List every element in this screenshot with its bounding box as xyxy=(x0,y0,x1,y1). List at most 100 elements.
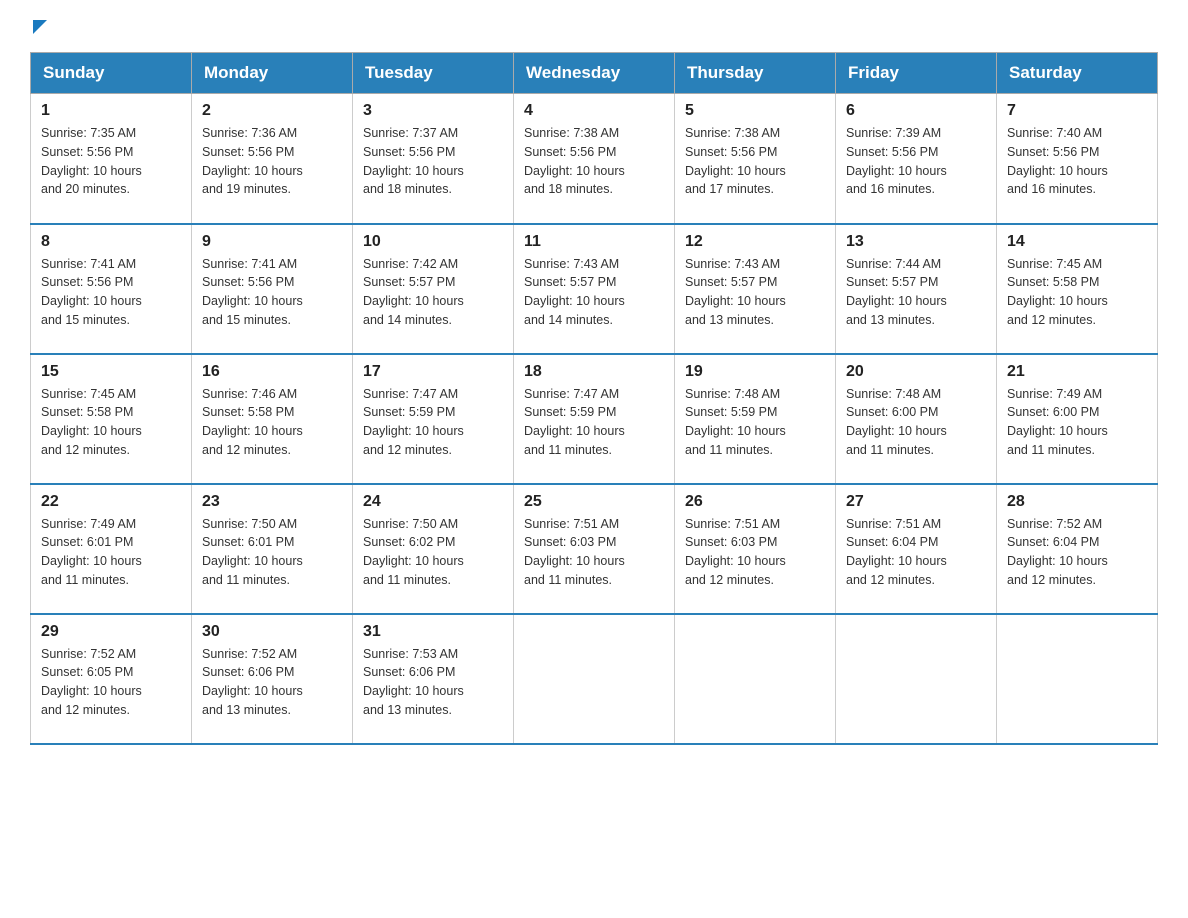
day-info: Sunrise: 7:52 AMSunset: 6:04 PMDaylight:… xyxy=(1007,515,1147,590)
day-info: Sunrise: 7:51 AMSunset: 6:04 PMDaylight:… xyxy=(846,515,986,590)
day-number: 6 xyxy=(846,102,986,120)
weekday-header-tuesday: Tuesday xyxy=(353,53,514,94)
calendar-cell: 1 Sunrise: 7:35 AMSunset: 5:56 PMDayligh… xyxy=(31,94,192,224)
day-info: Sunrise: 7:39 AMSunset: 5:56 PMDaylight:… xyxy=(846,124,986,199)
calendar-cell: 30 Sunrise: 7:52 AMSunset: 6:06 PMDaylig… xyxy=(192,614,353,744)
day-info: Sunrise: 7:43 AMSunset: 5:57 PMDaylight:… xyxy=(685,255,825,330)
day-number: 14 xyxy=(1007,233,1147,251)
day-info: Sunrise: 7:42 AMSunset: 5:57 PMDaylight:… xyxy=(363,255,503,330)
day-number: 28 xyxy=(1007,493,1147,511)
day-info: Sunrise: 7:49 AMSunset: 6:01 PMDaylight:… xyxy=(41,515,181,590)
day-number: 26 xyxy=(685,493,825,511)
day-number: 20 xyxy=(846,363,986,381)
day-info: Sunrise: 7:36 AMSunset: 5:56 PMDaylight:… xyxy=(202,124,342,199)
day-info: Sunrise: 7:52 AMSunset: 6:06 PMDaylight:… xyxy=(202,645,342,720)
weekday-header-row: SundayMondayTuesdayWednesdayThursdayFrid… xyxy=(31,53,1158,94)
day-number: 3 xyxy=(363,102,503,120)
calendar-cell: 23 Sunrise: 7:50 AMSunset: 6:01 PMDaylig… xyxy=(192,484,353,614)
calendar-cell xyxy=(997,614,1158,744)
day-number: 25 xyxy=(524,493,664,511)
day-info: Sunrise: 7:40 AMSunset: 5:56 PMDaylight:… xyxy=(1007,124,1147,199)
day-number: 1 xyxy=(41,102,181,120)
day-info: Sunrise: 7:38 AMSunset: 5:56 PMDaylight:… xyxy=(685,124,825,199)
day-number: 21 xyxy=(1007,363,1147,381)
calendar-week-row: 15 Sunrise: 7:45 AMSunset: 5:58 PMDaylig… xyxy=(31,354,1158,484)
day-info: Sunrise: 7:41 AMSunset: 5:56 PMDaylight:… xyxy=(202,255,342,330)
day-info: Sunrise: 7:35 AMSunset: 5:56 PMDaylight:… xyxy=(41,124,181,199)
calendar-cell: 5 Sunrise: 7:38 AMSunset: 5:56 PMDayligh… xyxy=(675,94,836,224)
calendar-cell: 31 Sunrise: 7:53 AMSunset: 6:06 PMDaylig… xyxy=(353,614,514,744)
calendar-cell: 18 Sunrise: 7:47 AMSunset: 5:59 PMDaylig… xyxy=(514,354,675,484)
calendar-cell: 11 Sunrise: 7:43 AMSunset: 5:57 PMDaylig… xyxy=(514,224,675,354)
calendar-cell: 7 Sunrise: 7:40 AMSunset: 5:56 PMDayligh… xyxy=(997,94,1158,224)
calendar-cell: 25 Sunrise: 7:51 AMSunset: 6:03 PMDaylig… xyxy=(514,484,675,614)
calendar-cell: 19 Sunrise: 7:48 AMSunset: 5:59 PMDaylig… xyxy=(675,354,836,484)
day-number: 16 xyxy=(202,363,342,381)
day-number: 29 xyxy=(41,623,181,641)
day-info: Sunrise: 7:51 AMSunset: 6:03 PMDaylight:… xyxy=(685,515,825,590)
day-info: Sunrise: 7:48 AMSunset: 5:59 PMDaylight:… xyxy=(685,385,825,460)
calendar-cell: 24 Sunrise: 7:50 AMSunset: 6:02 PMDaylig… xyxy=(353,484,514,614)
day-number: 7 xyxy=(1007,102,1147,120)
calendar-cell: 13 Sunrise: 7:44 AMSunset: 5:57 PMDaylig… xyxy=(836,224,997,354)
calendar-cell: 15 Sunrise: 7:45 AMSunset: 5:58 PMDaylig… xyxy=(31,354,192,484)
calendar-cell: 4 Sunrise: 7:38 AMSunset: 5:56 PMDayligh… xyxy=(514,94,675,224)
day-number: 8 xyxy=(41,233,181,251)
day-number: 19 xyxy=(685,363,825,381)
day-info: Sunrise: 7:49 AMSunset: 6:00 PMDaylight:… xyxy=(1007,385,1147,460)
day-number: 31 xyxy=(363,623,503,641)
day-info: Sunrise: 7:53 AMSunset: 6:06 PMDaylight:… xyxy=(363,645,503,720)
calendar-header: SundayMondayTuesdayWednesdayThursdayFrid… xyxy=(31,53,1158,94)
weekday-header-friday: Friday xyxy=(836,53,997,94)
calendar-cell: 10 Sunrise: 7:42 AMSunset: 5:57 PMDaylig… xyxy=(353,224,514,354)
calendar-cell: 2 Sunrise: 7:36 AMSunset: 5:56 PMDayligh… xyxy=(192,94,353,224)
calendar-week-row: 8 Sunrise: 7:41 AMSunset: 5:56 PMDayligh… xyxy=(31,224,1158,354)
day-number: 4 xyxy=(524,102,664,120)
day-number: 23 xyxy=(202,493,342,511)
calendar-cell: 12 Sunrise: 7:43 AMSunset: 5:57 PMDaylig… xyxy=(675,224,836,354)
day-info: Sunrise: 7:43 AMSunset: 5:57 PMDaylight:… xyxy=(524,255,664,330)
day-number: 18 xyxy=(524,363,664,381)
calendar-cell: 28 Sunrise: 7:52 AMSunset: 6:04 PMDaylig… xyxy=(997,484,1158,614)
calendar-cell: 9 Sunrise: 7:41 AMSunset: 5:56 PMDayligh… xyxy=(192,224,353,354)
calendar-cell: 8 Sunrise: 7:41 AMSunset: 5:56 PMDayligh… xyxy=(31,224,192,354)
weekday-header-thursday: Thursday xyxy=(675,53,836,94)
calendar-cell: 26 Sunrise: 7:51 AMSunset: 6:03 PMDaylig… xyxy=(675,484,836,614)
day-number: 22 xyxy=(41,493,181,511)
calendar-cell: 14 Sunrise: 7:45 AMSunset: 5:58 PMDaylig… xyxy=(997,224,1158,354)
day-number: 30 xyxy=(202,623,342,641)
day-info: Sunrise: 7:45 AMSunset: 5:58 PMDaylight:… xyxy=(41,385,181,460)
day-info: Sunrise: 7:47 AMSunset: 5:59 PMDaylight:… xyxy=(524,385,664,460)
calendar-cell xyxy=(514,614,675,744)
calendar-cell: 21 Sunrise: 7:49 AMSunset: 6:00 PMDaylig… xyxy=(997,354,1158,484)
day-info: Sunrise: 7:52 AMSunset: 6:05 PMDaylight:… xyxy=(41,645,181,720)
day-info: Sunrise: 7:51 AMSunset: 6:03 PMDaylight:… xyxy=(524,515,664,590)
day-number: 10 xyxy=(363,233,503,251)
day-number: 9 xyxy=(202,233,342,251)
weekday-header-monday: Monday xyxy=(192,53,353,94)
calendar-cell: 6 Sunrise: 7:39 AMSunset: 5:56 PMDayligh… xyxy=(836,94,997,224)
calendar-cell: 16 Sunrise: 7:46 AMSunset: 5:58 PMDaylig… xyxy=(192,354,353,484)
day-number: 11 xyxy=(524,233,664,251)
day-info: Sunrise: 7:50 AMSunset: 6:02 PMDaylight:… xyxy=(363,515,503,590)
day-number: 2 xyxy=(202,102,342,120)
calendar-week-row: 22 Sunrise: 7:49 AMSunset: 6:01 PMDaylig… xyxy=(31,484,1158,614)
calendar-week-row: 29 Sunrise: 7:52 AMSunset: 6:05 PMDaylig… xyxy=(31,614,1158,744)
day-info: Sunrise: 7:48 AMSunset: 6:00 PMDaylight:… xyxy=(846,385,986,460)
calendar-cell: 3 Sunrise: 7:37 AMSunset: 5:56 PMDayligh… xyxy=(353,94,514,224)
day-number: 15 xyxy=(41,363,181,381)
weekday-header-saturday: Saturday xyxy=(997,53,1158,94)
calendar-table: SundayMondayTuesdayWednesdayThursdayFrid… xyxy=(30,52,1158,745)
day-number: 12 xyxy=(685,233,825,251)
day-info: Sunrise: 7:44 AMSunset: 5:57 PMDaylight:… xyxy=(846,255,986,330)
calendar-week-row: 1 Sunrise: 7:35 AMSunset: 5:56 PMDayligh… xyxy=(31,94,1158,224)
day-info: Sunrise: 7:41 AMSunset: 5:56 PMDaylight:… xyxy=(41,255,181,330)
calendar-cell xyxy=(836,614,997,744)
day-info: Sunrise: 7:45 AMSunset: 5:58 PMDaylight:… xyxy=(1007,255,1147,330)
logo xyxy=(30,20,47,34)
day-info: Sunrise: 7:46 AMSunset: 5:58 PMDaylight:… xyxy=(202,385,342,460)
weekday-header-wednesday: Wednesday xyxy=(514,53,675,94)
day-info: Sunrise: 7:37 AMSunset: 5:56 PMDaylight:… xyxy=(363,124,503,199)
weekday-header-sunday: Sunday xyxy=(31,53,192,94)
calendar-cell: 20 Sunrise: 7:48 AMSunset: 6:00 PMDaylig… xyxy=(836,354,997,484)
